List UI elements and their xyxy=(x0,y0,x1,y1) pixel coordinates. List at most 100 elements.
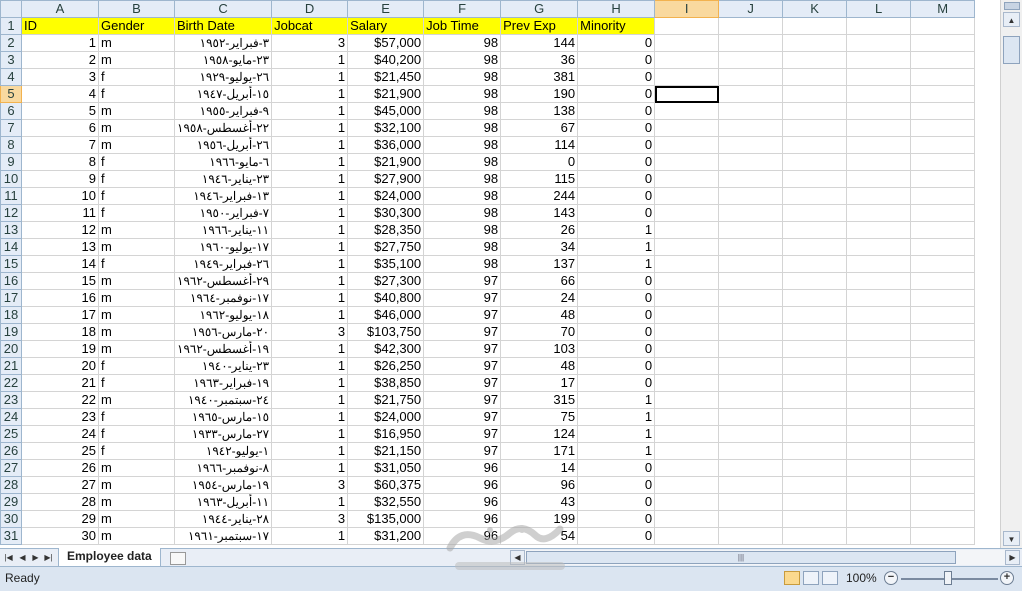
cell-j30[interactable] xyxy=(718,510,784,528)
cell-j1[interactable] xyxy=(718,17,784,35)
cell-b15[interactable]: f xyxy=(98,255,175,273)
cell-b12[interactable]: f xyxy=(98,204,175,222)
cell-k4[interactable] xyxy=(782,68,848,86)
cell-f23[interactable]: 97 xyxy=(423,391,502,409)
cell-c5[interactable]: ١٥-أبريل-١٩٤٧ xyxy=(173,85,273,103)
cell-c12[interactable]: ٧-فبراير-١٩٥٠ xyxy=(173,204,273,222)
cell-f7[interactable]: 98 xyxy=(423,119,502,137)
row-header[interactable]: 25 xyxy=(0,425,22,443)
cell-d12[interactable]: 1 xyxy=(271,204,349,222)
cell-l21[interactable] xyxy=(846,357,912,375)
cell-f16[interactable]: 97 xyxy=(423,272,502,290)
cell-j25[interactable] xyxy=(718,425,784,443)
cell-j3[interactable] xyxy=(718,51,784,69)
cell-m10[interactable] xyxy=(910,170,976,188)
cell-f29[interactable]: 96 xyxy=(423,493,502,511)
cell-b16[interactable]: m xyxy=(98,272,175,290)
row-header[interactable]: 7 xyxy=(0,119,22,137)
cell-i18[interactable] xyxy=(654,306,720,324)
cell-i2[interactable] xyxy=(654,34,720,52)
cell-c20[interactable]: ١٩-أغسطس-١٩٦٢ xyxy=(173,340,273,358)
cell-l17[interactable] xyxy=(846,289,912,307)
cell-f27[interactable]: 96 xyxy=(423,459,502,477)
cell-g22[interactable]: 17 xyxy=(500,374,579,392)
row-header[interactable]: 3 xyxy=(0,51,22,69)
cell-e11[interactable]: $24,000 xyxy=(347,187,425,205)
cell-c8[interactable]: ٢٦-أبريل-١٩٥٦ xyxy=(173,136,273,154)
cell-e7[interactable]: $32,100 xyxy=(347,119,425,137)
cell-m24[interactable] xyxy=(910,408,976,426)
row-header[interactable]: 1 xyxy=(0,17,22,35)
row-header[interactable]: 26 xyxy=(0,442,22,460)
cell-l14[interactable] xyxy=(846,238,912,256)
cell-e24[interactable]: $24,000 xyxy=(347,408,425,426)
column-header-h[interactable]: H xyxy=(577,0,656,18)
cell-g4[interactable]: 381 xyxy=(500,68,579,86)
row-header[interactable]: 15 xyxy=(0,255,22,273)
cell-k13[interactable] xyxy=(782,221,848,239)
cell-i14[interactable] xyxy=(654,238,720,256)
cell-f11[interactable]: 98 xyxy=(423,187,502,205)
cell-a13[interactable]: 12 xyxy=(21,221,99,239)
cell-a9[interactable]: 8 xyxy=(21,153,99,171)
cell-e10[interactable]: $27,900 xyxy=(347,170,425,188)
cell-c29[interactable]: ١١-أبريل-١٩٦٣ xyxy=(173,493,273,511)
row-header[interactable]: 9 xyxy=(0,153,22,171)
cell-h27[interactable]: 0 xyxy=(577,459,656,477)
cell-d11[interactable]: 1 xyxy=(271,187,349,205)
cell-a3[interactable]: 2 xyxy=(21,51,99,69)
cell-e21[interactable]: $26,250 xyxy=(347,357,425,375)
cell-b1[interactable]: Gender xyxy=(98,17,175,35)
cell-c4[interactable]: ٢٦-يوليو-١٩٢٩ xyxy=(173,68,273,86)
row-header[interactable]: 17 xyxy=(0,289,22,307)
cell-j11[interactable] xyxy=(718,187,784,205)
cell-g12[interactable]: 143 xyxy=(500,204,579,222)
cell-j21[interactable] xyxy=(718,357,784,375)
cell-i30[interactable] xyxy=(654,510,720,528)
cell-b26[interactable]: f xyxy=(98,442,175,460)
cell-a18[interactable]: 17 xyxy=(21,306,99,324)
cell-i19[interactable] xyxy=(654,323,720,341)
cell-i3[interactable] xyxy=(654,51,720,69)
cell-l9[interactable] xyxy=(846,153,912,171)
row-header[interactable]: 10 xyxy=(0,170,22,188)
cell-b13[interactable]: m xyxy=(98,221,175,239)
cell-c16[interactable]: ٢٩-أغسطس-١٩٦٢ xyxy=(173,272,273,290)
cell-d29[interactable]: 1 xyxy=(271,493,349,511)
row-header[interactable]: 19 xyxy=(0,323,22,341)
cell-g6[interactable]: 138 xyxy=(500,102,579,120)
cell-l26[interactable] xyxy=(846,442,912,460)
cell-l2[interactable] xyxy=(846,34,912,52)
cell-a10[interactable]: 9 xyxy=(21,170,99,188)
cell-e15[interactable]: $35,100 xyxy=(347,255,425,273)
cell-f1[interactable]: Job Time xyxy=(423,17,502,35)
cell-e25[interactable]: $16,950 xyxy=(347,425,425,443)
cell-c26[interactable]: ١-يوليو-١٩٤٢ xyxy=(173,442,273,460)
cell-d8[interactable]: 1 xyxy=(271,136,349,154)
cell-g25[interactable]: 124 xyxy=(500,425,579,443)
cell-h22[interactable]: 0 xyxy=(577,374,656,392)
cell-j12[interactable] xyxy=(718,204,784,222)
cell-h17[interactable]: 0 xyxy=(577,289,656,307)
cell-i12[interactable] xyxy=(654,204,720,222)
cell-d16[interactable]: 1 xyxy=(271,272,349,290)
cell-d7[interactable]: 1 xyxy=(271,119,349,137)
row-header[interactable]: 11 xyxy=(0,187,22,205)
cell-b25[interactable]: f xyxy=(98,425,175,443)
cell-h5[interactable]: 0 xyxy=(577,85,656,103)
cell-k25[interactable] xyxy=(782,425,848,443)
cell-b9[interactable]: f xyxy=(98,153,175,171)
cell-a20[interactable]: 19 xyxy=(21,340,99,358)
cell-l22[interactable] xyxy=(846,374,912,392)
row-header[interactable]: 5 xyxy=(0,85,22,103)
cell-k18[interactable] xyxy=(782,306,848,324)
row-header[interactable]: 29 xyxy=(0,493,22,511)
cell-m2[interactable] xyxy=(910,34,976,52)
cell-a12[interactable]: 11 xyxy=(21,204,99,222)
cell-g10[interactable]: 115 xyxy=(500,170,579,188)
cell-h14[interactable]: 1 xyxy=(577,238,656,256)
cell-l8[interactable] xyxy=(846,136,912,154)
cell-l13[interactable] xyxy=(846,221,912,239)
column-header-j[interactable]: J xyxy=(718,0,784,18)
cell-c3[interactable]: ٢٣-مايو-١٩٥٨ xyxy=(173,51,273,69)
